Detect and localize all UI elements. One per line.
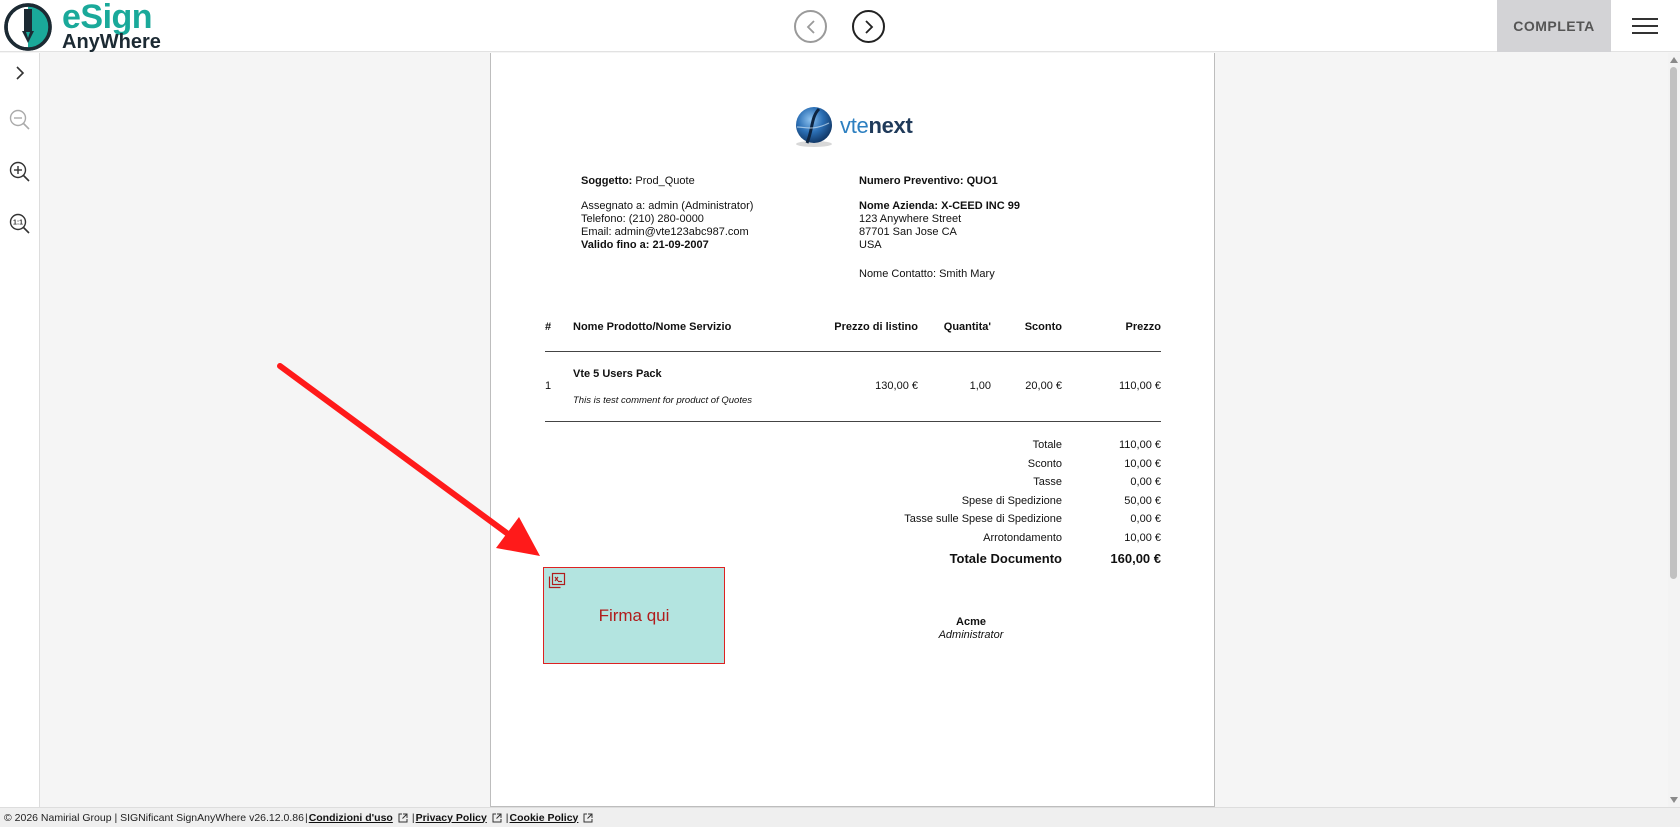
zoom-reset-icon: 1:1 <box>9 213 30 234</box>
street: 123 Anywhere Street <box>859 213 962 225</box>
phone: Telefono: (210) 280-0000 <box>581 213 704 225</box>
row-comment: This is test comment for product of Quot… <box>573 395 752 406</box>
signature-field-label: Firma qui <box>598 606 670 625</box>
subject-label: Soggetto: <box>581 175 633 187</box>
chevron-right-icon <box>16 66 25 80</box>
rounding-label: Arrotondamento <box>983 532 1062 544</box>
left-toolbar: 1:1 <box>0 53 40 807</box>
city: 87701 San Jose CA <box>859 226 957 238</box>
logo-anywhere-text: AnyWhere <box>62 31 161 53</box>
col-header-qty: Quantita' <box>943 321 991 333</box>
svg-text:1:1: 1:1 <box>13 220 23 227</box>
complete-button[interactable]: COMPLETA <box>1497 0 1611 52</box>
previous-button[interactable] <box>794 10 827 43</box>
col-header-name: Nome Prodotto/Nome Servizio <box>573 321 732 333</box>
chevron-left-icon <box>806 19 815 34</box>
signer-name: Acme <box>956 616 986 628</box>
footer: © 2026 Namirial Group | SIGNificant Sign… <box>0 807 1680 827</box>
col-header-num: # <box>545 321 552 333</box>
vtenext-logo: vtenext <box>791 103 913 149</box>
total-label: Totale <box>1032 439 1062 451</box>
country: USA <box>859 239 882 251</box>
grand-total-value: 160,00 € <box>1110 551 1161 566</box>
scroll-up-arrow-icon[interactable] <box>1670 57 1678 63</box>
grand-total-label: Totale Documento <box>949 551 1062 566</box>
copyright-text: © 2026 Namirial Group | SIGNificant Sign… <box>4 811 304 824</box>
privacy-policy-link[interactable]: Privacy Policy <box>416 812 487 824</box>
zoom-in-icon <box>9 161 30 182</box>
scroll-down-arrow-icon[interactable] <box>1670 797 1678 803</box>
shipping-tax-label: Tasse sulle Spese di Spedizione <box>904 513 1062 525</box>
contact-name: Nome Contatto: Smith Mary <box>859 268 995 280</box>
discount-value: 10,00 € <box>1124 458 1161 470</box>
expand-sidebar-button[interactable] <box>6 59 34 87</box>
document-page: vtenext Soggetto: Prod_Quote Assegnato a… <box>490 53 1215 807</box>
row-list-price: 130,00 € <box>875 380 918 392</box>
assigned-to: Assegnato a: admin (Administrator) <box>581 200 754 212</box>
table-divider <box>545 421 1161 422</box>
hamburger-menu-icon[interactable] <box>1632 14 1658 38</box>
subject-value: Prod_Quote <box>635 175 695 187</box>
subject-line: Soggetto: Prod_Quote <box>581 175 695 188</box>
row-discount: 20,00 € <box>1025 380 1062 392</box>
row-qty: 1,00 <box>969 380 991 392</box>
tax-label: Tasse <box>1033 476 1062 488</box>
vte-text-a: vte <box>840 113 869 138</box>
signer-role: Administrator <box>938 629 1004 641</box>
cookie-policy-link[interactable]: Cookie Policy <box>510 812 579 824</box>
external-link-icon <box>492 813 502 822</box>
zoom-out-icon <box>9 109 30 130</box>
discount-label: Sconto <box>1027 458 1062 470</box>
external-link-icon <box>583 813 593 822</box>
app-header: eSign AnyWhere COMPLETA <box>0 0 1680 52</box>
col-header-price: Prezzo <box>1125 321 1161 333</box>
esign-anywhere-logo: eSign AnyWhere <box>4 0 161 53</box>
quote-number: Numero Preventivo: QUO1 <box>859 175 998 187</box>
total-value: 110,00 € <box>1118 439 1161 451</box>
globe-logo-icon <box>796 107 832 147</box>
terms-link[interactable]: Condizioni d'uso <box>309 812 393 824</box>
esign-logo-icon <box>4 3 52 51</box>
shipping-label: Spese di Spedizione <box>961 495 1062 507</box>
shipping-value: 50,00 € <box>1124 495 1161 507</box>
col-header-discount: Sconto <box>1024 321 1062 333</box>
external-link-icon <box>398 813 408 822</box>
col-header-list-price: Prezzo di listino <box>834 321 918 333</box>
valid-until: Valido fino a: 21-09-2007 <box>581 239 709 251</box>
row-product-name: Vte 5 Users Pack <box>573 368 662 380</box>
document-viewer[interactable]: vtenext Soggetto: Prod_Quote Assegnato a… <box>41 53 1668 807</box>
chevron-right-icon <box>864 19 873 34</box>
email: Email: admin@vte123abc987.com <box>581 226 749 238</box>
tax-value: 0,00 € <box>1130 476 1161 488</box>
table-divider <box>545 351 1161 352</box>
row-price: 110,00 € <box>1118 380 1161 392</box>
row-num: 1 <box>545 380 552 392</box>
vte-text-b: next <box>868 113 913 138</box>
shipping-tax-value: 0,00 € <box>1130 513 1161 525</box>
signature-field-icon <box>548 572 566 589</box>
rounding-value: 10,00 € <box>1124 532 1161 544</box>
scroll-thumb[interactable] <box>1670 67 1677 579</box>
logo-esign-text: eSign <box>62 0 153 36</box>
zoom-in-button[interactable] <box>6 158 34 186</box>
signature-field[interactable]: Firma qui <box>543 567 725 664</box>
vertical-scrollbar[interactable] <box>1668 53 1680 807</box>
next-button[interactable] <box>852 10 885 43</box>
zoom-out-button[interactable] <box>6 106 34 134</box>
company-name: Nome Azienda: X-CEED INC 99 <box>859 200 1020 212</box>
zoom-reset-button[interactable]: 1:1 <box>6 210 34 238</box>
